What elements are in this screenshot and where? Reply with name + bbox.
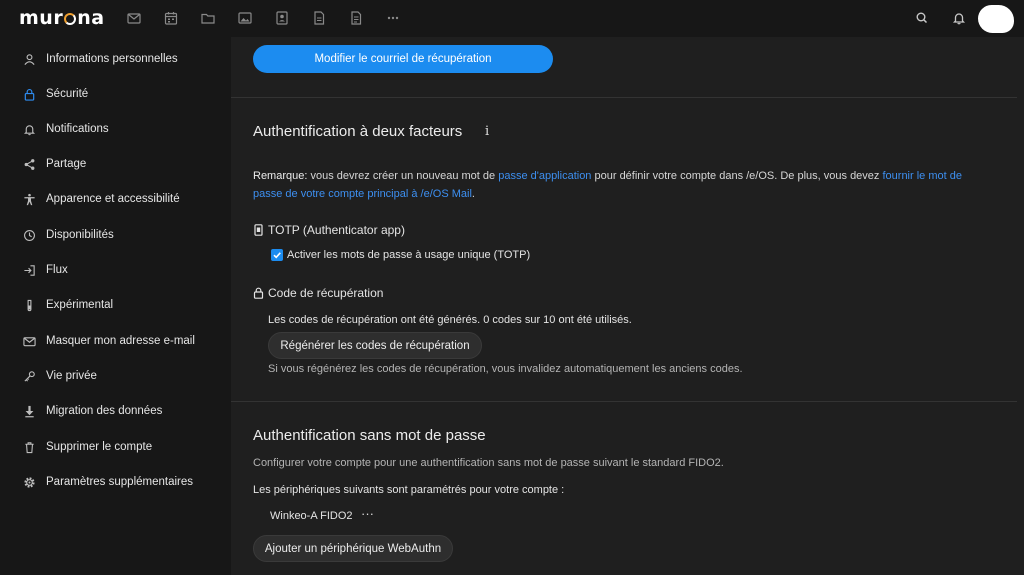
section-divider xyxy=(231,97,1017,98)
totp-checkbox-row[interactable]: Activer les mots de passe à usage unique… xyxy=(271,249,530,261)
phone-icon xyxy=(253,223,265,237)
folder-icon[interactable] xyxy=(199,10,217,26)
more-apps-icon[interactable] xyxy=(384,10,402,26)
search-icon[interactable] xyxy=(914,10,930,26)
sidebar-item-personal-info[interactable]: Informations personnelles xyxy=(12,44,222,74)
sidebar-item-label: Apparence et accessibilité xyxy=(46,193,180,205)
sidebar-item-sharing[interactable]: Partage xyxy=(12,149,222,179)
top-bar: mur na xyxy=(0,0,1024,37)
sidebar-item-label: Expérimental xyxy=(46,299,114,311)
sidebar-item-notifications[interactable]: Notifications xyxy=(12,114,222,144)
device-actions-menu[interactable]: ··· xyxy=(361,506,374,521)
totp-checkbox[interactable] xyxy=(271,249,283,261)
app-switcher xyxy=(125,10,421,26)
regenerate-hint: Si vous régénérez les codes de récupérat… xyxy=(268,363,743,375)
clock-icon xyxy=(20,226,38,244)
device-name: Winkeo-A FIDO2 xyxy=(270,510,353,522)
sidebar-item-label: Disponibilités xyxy=(46,229,114,241)
totp-heading: TOTP (Authenticator app) xyxy=(253,223,405,237)
sidebar-item-experimental[interactable]: Expérimental xyxy=(12,290,222,320)
twofa-section-title: Authentification à deux facteurs xyxy=(253,123,463,140)
sidebar-item-label: Masquer mon adresse e-mail xyxy=(46,335,195,347)
sidebar-item-appearance[interactable]: Apparence et accessibilité xyxy=(12,184,222,214)
trash-icon xyxy=(20,438,38,456)
user-icon xyxy=(20,50,38,68)
recovery-heading-label: Code de récupération xyxy=(268,286,384,300)
change-recovery-email-button[interactable]: Modifier le courriel de récupération xyxy=(253,45,553,73)
regenerate-codes-button[interactable]: Régénérer les codes de récupération xyxy=(268,332,482,359)
sidebar-item-label: Supprimer le compte xyxy=(46,441,153,453)
passwordless-description: Configurer votre compte pour une authent… xyxy=(253,457,724,469)
sidebar-item-availability[interactable]: Disponibilités xyxy=(12,220,222,250)
share-icon xyxy=(20,155,38,173)
sidebar-item-label: Partage xyxy=(46,158,87,170)
sidebar-item-label: Flux xyxy=(46,264,68,276)
notifications-bell-icon[interactable] xyxy=(951,10,967,26)
sidebar-item-migration[interactable]: Migration des données xyxy=(12,396,222,426)
key-icon xyxy=(20,367,38,385)
totp-checkbox-label[interactable]: Activer les mots de passe à usage unique… xyxy=(287,249,530,261)
download-icon xyxy=(20,402,38,420)
sidebar-item-security[interactable]: Sécurité xyxy=(12,79,222,109)
calendar-icon[interactable] xyxy=(162,10,180,26)
user-avatar[interactable] xyxy=(978,5,1014,33)
note-text: vous devrez créer un nouveau mot de xyxy=(307,170,499,182)
note-text: pour définir votre compte dans /e/OS. De… xyxy=(591,170,883,182)
sidebar-item-label: Migration des données xyxy=(46,405,163,417)
mail-icon xyxy=(20,332,38,350)
document-icon[interactable] xyxy=(310,10,328,26)
sidebar-item-privacy[interactable]: Vie privée xyxy=(12,361,222,391)
login-icon xyxy=(20,261,38,279)
twofa-note: Remarque: vous devrez créer un nouveau m… xyxy=(253,167,993,203)
lock-icon xyxy=(20,85,38,103)
accessibility-icon xyxy=(20,190,38,208)
add-webauthn-device-button[interactable]: Ajouter un périphérique WebAuthn xyxy=(253,535,453,562)
app-password-link[interactable]: passe d'application xyxy=(498,170,591,182)
sidebar-item-delete-account[interactable]: Supprimer le compte xyxy=(12,432,222,462)
sidebar-item-label: Informations personnelles xyxy=(46,53,178,65)
lock-icon xyxy=(253,286,265,300)
passwordless-section-title: Authentification sans mot de passe xyxy=(253,427,486,444)
note-text: . xyxy=(471,188,475,200)
recovery-status-text: Les codes de récupération ont été généré… xyxy=(268,314,632,326)
sidebar-item-hide-email[interactable]: Masquer mon adresse e-mail xyxy=(12,326,222,356)
sidebar-item-label: Notifications xyxy=(46,123,109,135)
security-settings-panel: Modifier le courriel de récupération Aut… xyxy=(231,37,1024,575)
note-label: Remarque: xyxy=(253,170,308,182)
murena-logo[interactable]: mur na xyxy=(19,7,105,29)
notes-icon[interactable] xyxy=(347,10,365,26)
settings-sidebar: Informations personnelles Sécurité Notif… xyxy=(0,37,231,575)
recovery-code-heading: Code de récupération xyxy=(253,286,383,300)
devices-label: Les périphériques suivants sont paramétr… xyxy=(253,484,565,496)
contacts-icon[interactable] xyxy=(273,10,291,26)
section-divider xyxy=(231,401,1017,402)
sidebar-item-label: Vie privée xyxy=(46,370,97,382)
gear-icon xyxy=(20,473,38,491)
sidebar-item-label: Paramètres supplémentaires xyxy=(46,476,194,488)
photos-icon[interactable] xyxy=(236,10,254,26)
flask-icon xyxy=(20,296,38,314)
totp-heading-label: TOTP (Authenticator app) xyxy=(268,223,405,237)
sidebar-item-label: Sécurité xyxy=(46,88,89,100)
bell-icon xyxy=(20,120,38,138)
sidebar-item-flux[interactable]: Flux xyxy=(12,255,222,285)
sidebar-item-additional-settings[interactable]: Paramètres supplémentaires xyxy=(12,467,222,497)
info-icon[interactable]: i xyxy=(485,124,489,139)
mail-icon[interactable] xyxy=(125,10,143,26)
